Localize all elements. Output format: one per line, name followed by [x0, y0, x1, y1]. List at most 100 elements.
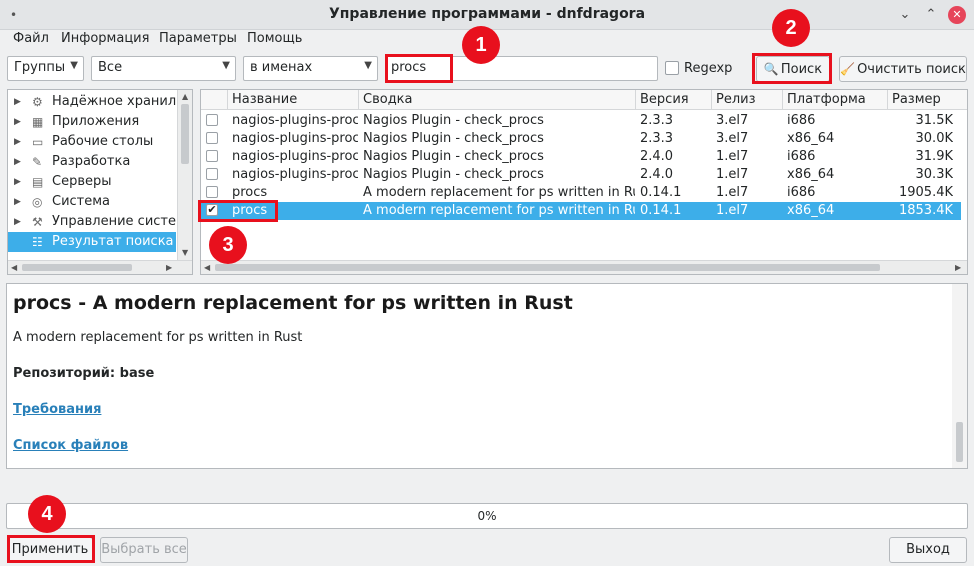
table-row[interactable]: nagios-plugins-procs Nagios Plugin - che…: [201, 130, 961, 148]
tree-item-development[interactable]: ▶ ✎ Разработка: [8, 152, 176, 172]
scroll-left-icon[interactable]: ◀: [204, 263, 210, 272]
details-summary: A modern replacement for ps written in R…: [13, 330, 303, 345]
filter-combo[interactable]: Все ▼: [91, 56, 236, 81]
cell-size: 30.3K: [915, 167, 953, 182]
cell-arch: i686: [787, 113, 816, 128]
tree-item-apps[interactable]: ▶ ▦ Приложения: [8, 112, 176, 132]
cell-name: nagios-plugins-procs: [232, 167, 358, 182]
close-icon[interactable]: ✕: [948, 6, 966, 24]
file-list-link[interactable]: Список файлов: [13, 438, 128, 453]
table-row[interactable]: procs A modern replacement for ps writte…: [201, 184, 961, 202]
cell-size: 1905.4K: [898, 185, 953, 200]
scroll-right-icon[interactable]: ▶: [166, 263, 172, 272]
maximize-icon[interactable]: ⌃: [922, 6, 940, 24]
tree-item-desktops[interactable]: ▶ ▭ Рабочие столы: [8, 132, 176, 152]
column-header-check[interactable]: [201, 90, 228, 110]
cell-summary: Nagios Plugin - check_procs: [363, 113, 544, 128]
cell-release: 3.el7: [716, 113, 749, 128]
field-combo[interactable]: в именах ▼: [243, 56, 378, 81]
window-title: Управление программами - dnfdragora: [328, 6, 646, 22]
table-row[interactable]: nagios-plugins-procs Nagios Plugin - che…: [201, 112, 961, 130]
expand-icon[interactable]: ▶: [14, 92, 21, 112]
cell-size: 31.9K: [915, 149, 953, 164]
packages-table[interactable]: Название Сводка Версия Релиз Платформа Р…: [200, 89, 968, 275]
scroll-thumb[interactable]: [181, 104, 189, 164]
desktop-icon: ▭: [32, 135, 44, 149]
menu-info[interactable]: Информация: [61, 31, 149, 46]
select-all-button[interactable]: Выбрать все: [100, 537, 188, 563]
tree-horizontal-scrollbar[interactable]: ◀ ▶: [8, 260, 192, 274]
cell-name: nagios-plugins-procs: [232, 113, 358, 128]
expand-icon[interactable]: ▶: [14, 192, 21, 212]
scroll-right-icon[interactable]: ▶: [955, 263, 961, 272]
chevron-down-icon: ▼: [70, 60, 78, 71]
table-horizontal-scrollbar[interactable]: ◀ ▶: [201, 260, 967, 274]
tree-item-servers[interactable]: ▶ ▤ Серверы: [8, 172, 176, 192]
row-checkbox[interactable]: [206, 114, 218, 126]
annotation-frame-search-button: [752, 53, 832, 84]
annotation-badge-4: 4: [28, 495, 66, 533]
tree-item-label: Управление системой: [52, 214, 176, 229]
details-repository: Репозиторий: base: [13, 366, 155, 381]
cell-arch: x86_64: [787, 131, 835, 146]
row-checkbox[interactable]: [206, 150, 218, 162]
groups-tree[interactable]: ▶ ⚙ Надёжное хранилище ▶ ▦ Приложения ▶ ▭ Рабо…: [7, 89, 193, 275]
cell-size: 1853.4K: [898, 203, 953, 218]
column-header-platform[interactable]: Платформа: [783, 90, 888, 110]
menu-file[interactable]: Файл: [13, 31, 49, 46]
group-combo[interactable]: Группы ▼: [7, 56, 84, 81]
cell-name: nagios-plugins-procs: [232, 131, 358, 146]
scroll-up-icon[interactable]: ▲: [182, 92, 188, 101]
row-checkbox[interactable]: [206, 186, 218, 198]
column-header-release[interactable]: Релиз: [712, 90, 783, 110]
table-row[interactable]: nagios-plugins-procs Nagios Plugin - che…: [201, 166, 961, 184]
cell-release: 3.el7: [716, 131, 749, 146]
expand-icon[interactable]: ▶: [14, 172, 21, 192]
expand-icon[interactable]: ▶: [14, 212, 21, 232]
annotation-badge-1: 1: [462, 26, 500, 64]
column-header-version[interactable]: Версия: [636, 90, 712, 110]
cell-name: nagios-plugins-procs: [232, 149, 358, 164]
column-header-summary[interactable]: Сводка: [359, 90, 636, 110]
menu-help[interactable]: Помощь: [247, 31, 302, 46]
scroll-left-icon[interactable]: ◀: [11, 263, 17, 272]
clear-search-label: Очистить поиск: [857, 62, 966, 77]
cell-version: 2.3.3: [640, 131, 674, 146]
expand-icon[interactable]: ▶: [14, 152, 21, 172]
menu-settings[interactable]: Параметры: [159, 31, 237, 46]
cell-version: 2.4.0: [640, 149, 674, 164]
table-row[interactable]: nagios-plugins-procs Nagios Plugin - che…: [201, 148, 961, 166]
expand-icon[interactable]: ▶: [14, 132, 21, 152]
annotation-badge-3: 3: [209, 226, 247, 264]
scroll-thumb[interactable]: [956, 422, 963, 462]
annotation-frame-apply: [7, 535, 95, 563]
tree-item-admin[interactable]: ▶ ⚒ Управление системой: [8, 212, 176, 232]
tree-item-storage[interactable]: ▶ ⚙ Надёжное хранилище: [8, 92, 176, 112]
regexp-checkbox[interactable]: [665, 61, 679, 75]
cell-version: 2.3.3: [640, 113, 674, 128]
tree-item-system[interactable]: ▶ ◎ Система: [8, 192, 176, 212]
scroll-thumb[interactable]: [215, 264, 880, 271]
tree-item-search-result[interactable]: ☷ Результат поиска: [8, 232, 176, 252]
cell-summary: Nagios Plugin - check_procs: [363, 149, 544, 164]
minimize-icon[interactable]: ⌄: [896, 6, 914, 24]
server-icon: ▤: [32, 175, 44, 189]
details-vertical-scrollbar[interactable]: [952, 284, 967, 468]
scroll-down-icon[interactable]: ▼: [182, 248, 188, 257]
cell-arch: i686: [787, 149, 816, 164]
row-checkbox[interactable]: [206, 168, 218, 180]
clear-search-button[interactable]: 🧹 Очистить поиск: [839, 56, 967, 82]
requirements-link[interactable]: Требования: [13, 402, 101, 417]
row-checkbox[interactable]: [206, 132, 218, 144]
tree-item-label: Система: [52, 194, 111, 209]
scroll-thumb[interactable]: [22, 264, 132, 271]
apps-icon: ▦: [32, 115, 44, 129]
column-header-name[interactable]: Название: [228, 90, 359, 110]
expand-icon[interactable]: ▶: [14, 112, 21, 132]
regexp-label: Regexp: [684, 61, 733, 76]
tree-vertical-scrollbar[interactable]: ▲ ▼: [177, 90, 192, 260]
group-combo-value: Группы: [14, 60, 66, 75]
column-header-size[interactable]: Размер: [888, 90, 967, 110]
exit-button[interactable]: Выход: [889, 537, 967, 563]
table-row-selected[interactable]: ✔ procs A modern replacement for ps writ…: [201, 202, 961, 220]
